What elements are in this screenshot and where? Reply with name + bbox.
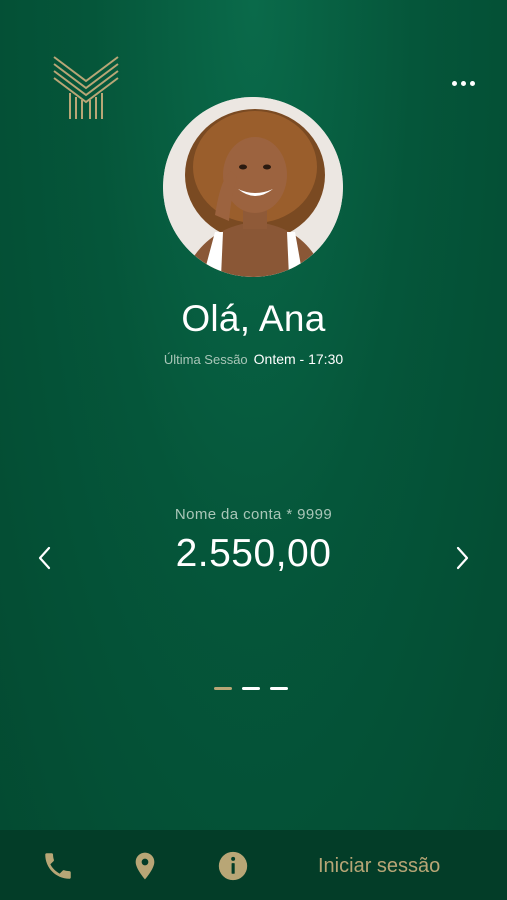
page-indicator-2[interactable] <box>242 687 260 690</box>
login-button[interactable]: Iniciar sessão <box>318 855 440 878</box>
last-session-label: Última Sessão <box>163 352 248 367</box>
phone-icon <box>45 853 71 879</box>
info-button[interactable] <box>215 848 251 884</box>
greeting-title: Olá, Ana <box>181 298 326 339</box>
account-name: Nome da conta * 9999 <box>174 506 333 523</box>
last-session: Última Sessão Ontem - 17:30 <box>0 351 507 367</box>
account-balance: 2.550,00 <box>175 532 332 575</box>
page-indicator-3[interactable] <box>270 687 288 690</box>
location-button[interactable] <box>127 848 163 884</box>
phone-button[interactable] <box>40 848 76 884</box>
user-avatar <box>163 97 343 277</box>
previous-account-button[interactable] <box>29 540 59 576</box>
account-page-indicator <box>214 687 288 690</box>
info-icon <box>218 851 248 881</box>
dot <box>451 80 457 86</box>
last-session-value: Ontem - 17:30 <box>253 351 344 367</box>
chevron-right-icon <box>456 546 469 570</box>
page-indicator-1[interactable] <box>214 687 232 690</box>
next-account-button[interactable] <box>448 540 478 576</box>
more-options-button[interactable] <box>444 70 482 96</box>
bank-logo-icon <box>53 56 119 119</box>
home-screen: Olá, Ana Última Sessão Ontem - 17:30 Nome… <box>0 0 507 900</box>
chevron-left-icon <box>38 546 51 570</box>
dot <box>460 80 466 86</box>
location-pin-icon <box>135 852 155 880</box>
dot <box>469 80 475 86</box>
